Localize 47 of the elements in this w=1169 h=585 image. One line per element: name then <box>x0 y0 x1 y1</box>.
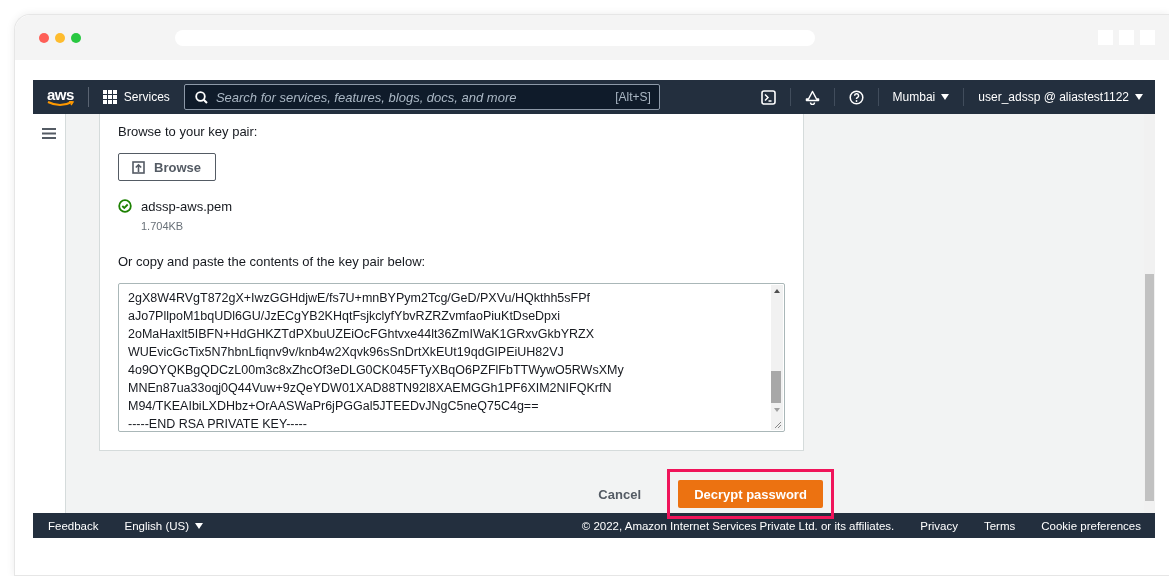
key-text-line: 2gX8W4RVgT872gX+IwzGGHdjwE/fs7U+mnBYPym2Tcg/GeD/PXVu/HQkthh5sFPf <box>128 290 591 307</box>
key-textarea[interactable] <box>118 283 785 432</box>
caret-icon <box>941 94 950 100</box>
scroll-down-icon[interactable] <box>774 408 780 412</box>
account-menu[interactable]: user_adssp @ aliastest1122 <box>978 90 1143 104</box>
bell-icon[interactable] <box>804 89 820 105</box>
key-text-line: MNEn87ua33oqj0Q44Vuw+9zQeYDW01XAD88TN92l8XAEMGGh1PF6XIM2NIFQKrfN <box>128 380 613 397</box>
terminal-icon[interactable] <box>760 89 776 105</box>
search-field[interactable]: Search for services, features, blogs, docs, and more [Alt+S] <box>183 84 660 110</box>
footer-link[interactable]: Terms <box>983 519 1016 532</box>
resize-handle-icon[interactable] <box>774 421 782 429</box>
aws-logo[interactable]: aws <box>47 87 74 107</box>
scroll-up-icon[interactable] <box>774 289 780 293</box>
footer-link[interactable]: Cookie preferences <box>1041 519 1141 532</box>
scrollbar[interactable] <box>771 285 783 430</box>
services-menu[interactable]: Services <box>102 90 170 104</box>
key-text-line: 2oMaHaxlt5IBFN+HdGHKZTdPXbuUZEiOcFGhtvxe44lt36ZmIWaK1GRxvGkbYRZX <box>128 326 595 343</box>
key-text-line: M94/TKEAIbiLXDHbz+OrAASWaPr6jPGGal5JTEEDvJNgC5neQ75C4g== <box>128 398 540 415</box>
copyright-text: © 2022, Amazon Internet Services Private Ltd. or its affiliates. <box>581 519 895 532</box>
menu-icon[interactable] <box>42 128 56 139</box>
browse-label: Browse to your key pair: <box>118 124 259 139</box>
grid-icon <box>102 90 117 104</box>
upload-icon <box>132 160 145 174</box>
close-dot[interactable] <box>39 32 49 43</box>
caret-icon <box>1135 94 1143 100</box>
region-menu[interactable]: Mumbai <box>892 90 950 104</box>
file-size: 1.704KB <box>141 220 185 232</box>
zoom-dot[interactable] <box>71 32 81 43</box>
key-text-line: aJo7PllpoM1bqUDl6GU/JzECgYB2KHqtFsjkclyfYbvRZRZvmfaoPiuKtDseDpxi <box>128 308 562 325</box>
language-selector[interactable]: English (US) <box>124 519 204 532</box>
search-icon <box>194 90 208 104</box>
caret-icon <box>195 522 204 529</box>
key-text-line: 4o9OYQKBgQDCzL00m3c8xZhcOf3eDLG0CK045FTyXBqO6PZFlFbTTWywO5RWsXMy <box>128 362 625 379</box>
key-text-line: WUEvicGcTix5N7hbnLfiqnv9v/knb4w2Xqvk96sSnDrtXkEUt19qdGIPEiUH82VJ <box>128 344 565 361</box>
paste-label: Or copy and paste the contents of the key pair below: <box>118 254 427 269</box>
minimize-dot[interactable] <box>55 32 65 43</box>
file-name: adssp-aws.pem <box>141 199 233 214</box>
help-icon[interactable] <box>848 89 864 105</box>
shortcut-hint: [Alt+S] <box>615 90 651 104</box>
cancel-button[interactable]: Cancel <box>598 486 641 502</box>
footer-link[interactable]: Privacy <box>920 519 958 532</box>
browse-button[interactable]: Browse <box>118 153 216 181</box>
scrollbar-thumb[interactable] <box>1145 274 1154 501</box>
search-placeholder: Search for services, features, blogs, docs, and more <box>215 89 518 105</box>
feedback-link[interactable]: Feedback <box>48 519 99 532</box>
scrollbar-thumb[interactable] <box>771 371 781 403</box>
key-text-line: -----END RSA PRIVATE KEY----- <box>128 416 308 431</box>
